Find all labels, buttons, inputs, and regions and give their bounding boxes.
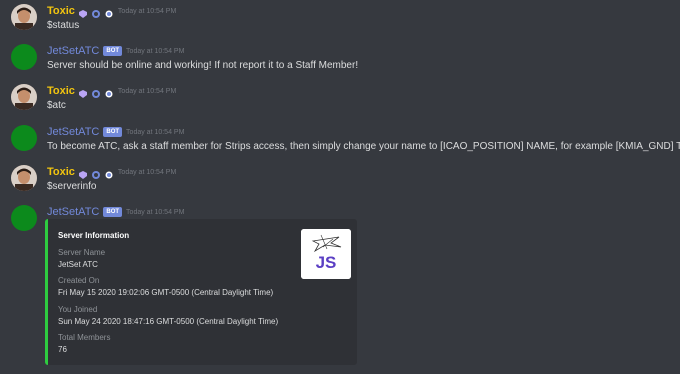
hypesquad-badge-icon (104, 6, 114, 18)
nitro-badge-icon (78, 86, 88, 98)
field-name-you-joined: You Joined (58, 305, 98, 314)
bot-username[interactable]: JetSetATC (47, 45, 99, 57)
message-text: $status (47, 20, 80, 31)
field-name-created-on: Created On (58, 276, 100, 285)
boost-badge-icon (91, 86, 101, 98)
user-avatar[interactable] (11, 4, 37, 30)
bot-avatar[interactable] (11, 125, 37, 151)
username[interactable]: Toxic (47, 166, 75, 178)
timestamp: Today at 10:54 PM (126, 208, 185, 216)
field-value-server-name: JetSet ATC (58, 260, 98, 269)
bot-tag: BOT (103, 127, 123, 137)
server-info-embed: Server Information Server Name JetSet AT… (45, 219, 357, 365)
field-value-created-on: Fri May 15 2020 19:02:06 GMT-0500 (Centr… (58, 288, 274, 297)
field-value-you-joined: Sun May 24 2020 18:47:16 GMT-0500 (Centr… (58, 317, 279, 326)
hypesquad-badge-icon (104, 86, 114, 98)
boost-badge-icon (91, 167, 101, 179)
bot-tag: BOT (103, 46, 123, 56)
bot-avatar[interactable] (11, 205, 37, 231)
timestamp: Today at 10:54 PM (126, 128, 185, 136)
field-name-server-name: Server Name (58, 248, 106, 257)
field-name-total-members: Total Members (58, 333, 111, 342)
logo-text: JS (316, 253, 337, 272)
message-text: $atc (47, 100, 66, 111)
username[interactable]: Toxic (47, 5, 75, 17)
user-avatar[interactable] (11, 84, 37, 110)
message-text: Server should be online and working! If … (47, 60, 359, 71)
username[interactable]: Toxic (47, 85, 75, 97)
bot-tag: BOT (103, 207, 123, 217)
hypesquad-badge-icon (104, 167, 114, 179)
timestamp: Today at 10:54 PM (126, 47, 185, 55)
user-avatar[interactable] (11, 165, 37, 191)
boost-badge-icon (91, 6, 101, 18)
embed-thumbnail[interactable]: JS (301, 229, 351, 279)
jetset-logo-icon: JS (301, 229, 351, 279)
timestamp: Today at 10:54 PM (117, 87, 177, 95)
message-text: $serverinfo (47, 181, 97, 192)
nitro-badge-icon (78, 167, 88, 179)
timestamp: Today at 10:54 PM (117, 7, 177, 15)
message-text: To become ATC, ask a staff member for St… (47, 141, 680, 152)
bot-username[interactable]: JetSetATC (47, 126, 99, 138)
bot-avatar[interactable] (11, 44, 37, 70)
nitro-badge-icon (78, 6, 88, 18)
timestamp: Today at 10:54 PM (117, 168, 177, 176)
bot-username[interactable]: JetSetATC (47, 206, 99, 218)
embed-title: Server Information (58, 231, 130, 240)
field-value-total-members: 76 (58, 345, 67, 354)
